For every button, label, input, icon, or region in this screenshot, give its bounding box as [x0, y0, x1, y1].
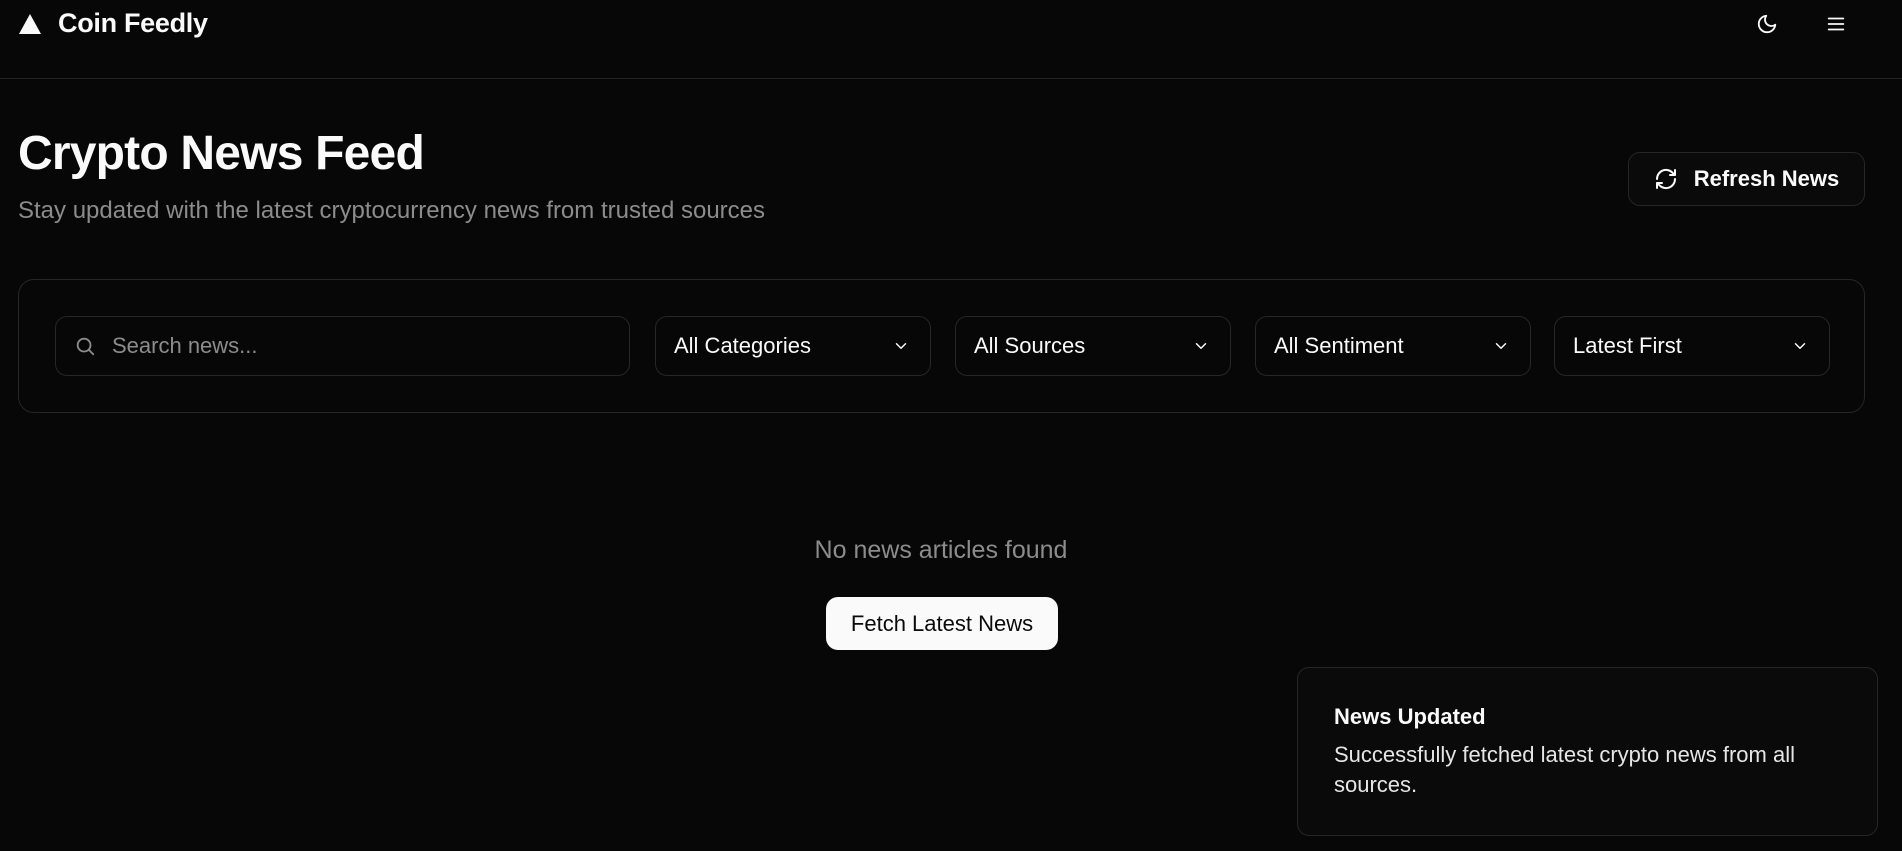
category-select[interactable]: All Categories: [655, 316, 931, 376]
source-select-value: All Sources: [974, 333, 1086, 358]
toast-description: Successfully fetched latest crypto news …: [1334, 742, 1795, 797]
refresh-icon: [1655, 168, 1676, 190]
chevron-down-icon: [1195, 343, 1207, 349]
triangle-logo-icon: [19, 13, 41, 34]
toast-notification[interactable]: News Updated Successfully fetched latest…: [1297, 667, 1878, 836]
search-box[interactable]: [55, 316, 630, 376]
category-select-value: All Categories: [674, 333, 811, 358]
app-name: Coin Feedly: [58, 8, 208, 38]
search-input[interactable]: [112, 333, 592, 359]
top-navbar: Coin Feedly: [0, 0, 1902, 79]
empty-state-message: No news articles found: [814, 536, 1068, 564]
hamburger-menu-icon: [1827, 17, 1845, 31]
sort-select[interactable]: Latest First: [1554, 316, 1830, 376]
search-icon: [76, 337, 95, 356]
brand[interactable]: Coin Feedly: [18, 8, 208, 39]
fetch-latest-news-button[interactable]: Fetch Latest News: [826, 597, 1058, 650]
page-title: Crypto News Feed: [18, 127, 425, 180]
source-select[interactable]: All Sources: [955, 316, 1231, 376]
moon-icon: [1757, 14, 1777, 34]
sentiment-select[interactable]: All Sentiment: [1255, 316, 1531, 376]
refresh-news-label: Refresh News: [1693, 166, 1840, 191]
refresh-news-button[interactable]: Refresh News: [1628, 152, 1865, 206]
toast-title: News Updated: [1334, 704, 1486, 729]
theme-toggle-button[interactable]: [1749, 8, 1785, 40]
chevron-down-icon: [1495, 343, 1507, 349]
sentiment-select-value: All Sentiment: [1274, 333, 1404, 358]
filter-panel: All Categories All Sources All Sentiment…: [18, 279, 1865, 413]
page-subtitle: Stay updated with the latest cryptocurre…: [18, 197, 766, 224]
chevron-down-icon: [1794, 343, 1806, 349]
chevron-down-icon: [895, 343, 907, 349]
menu-button[interactable]: [1818, 8, 1854, 40]
sort-select-value: Latest First: [1573, 333, 1682, 358]
